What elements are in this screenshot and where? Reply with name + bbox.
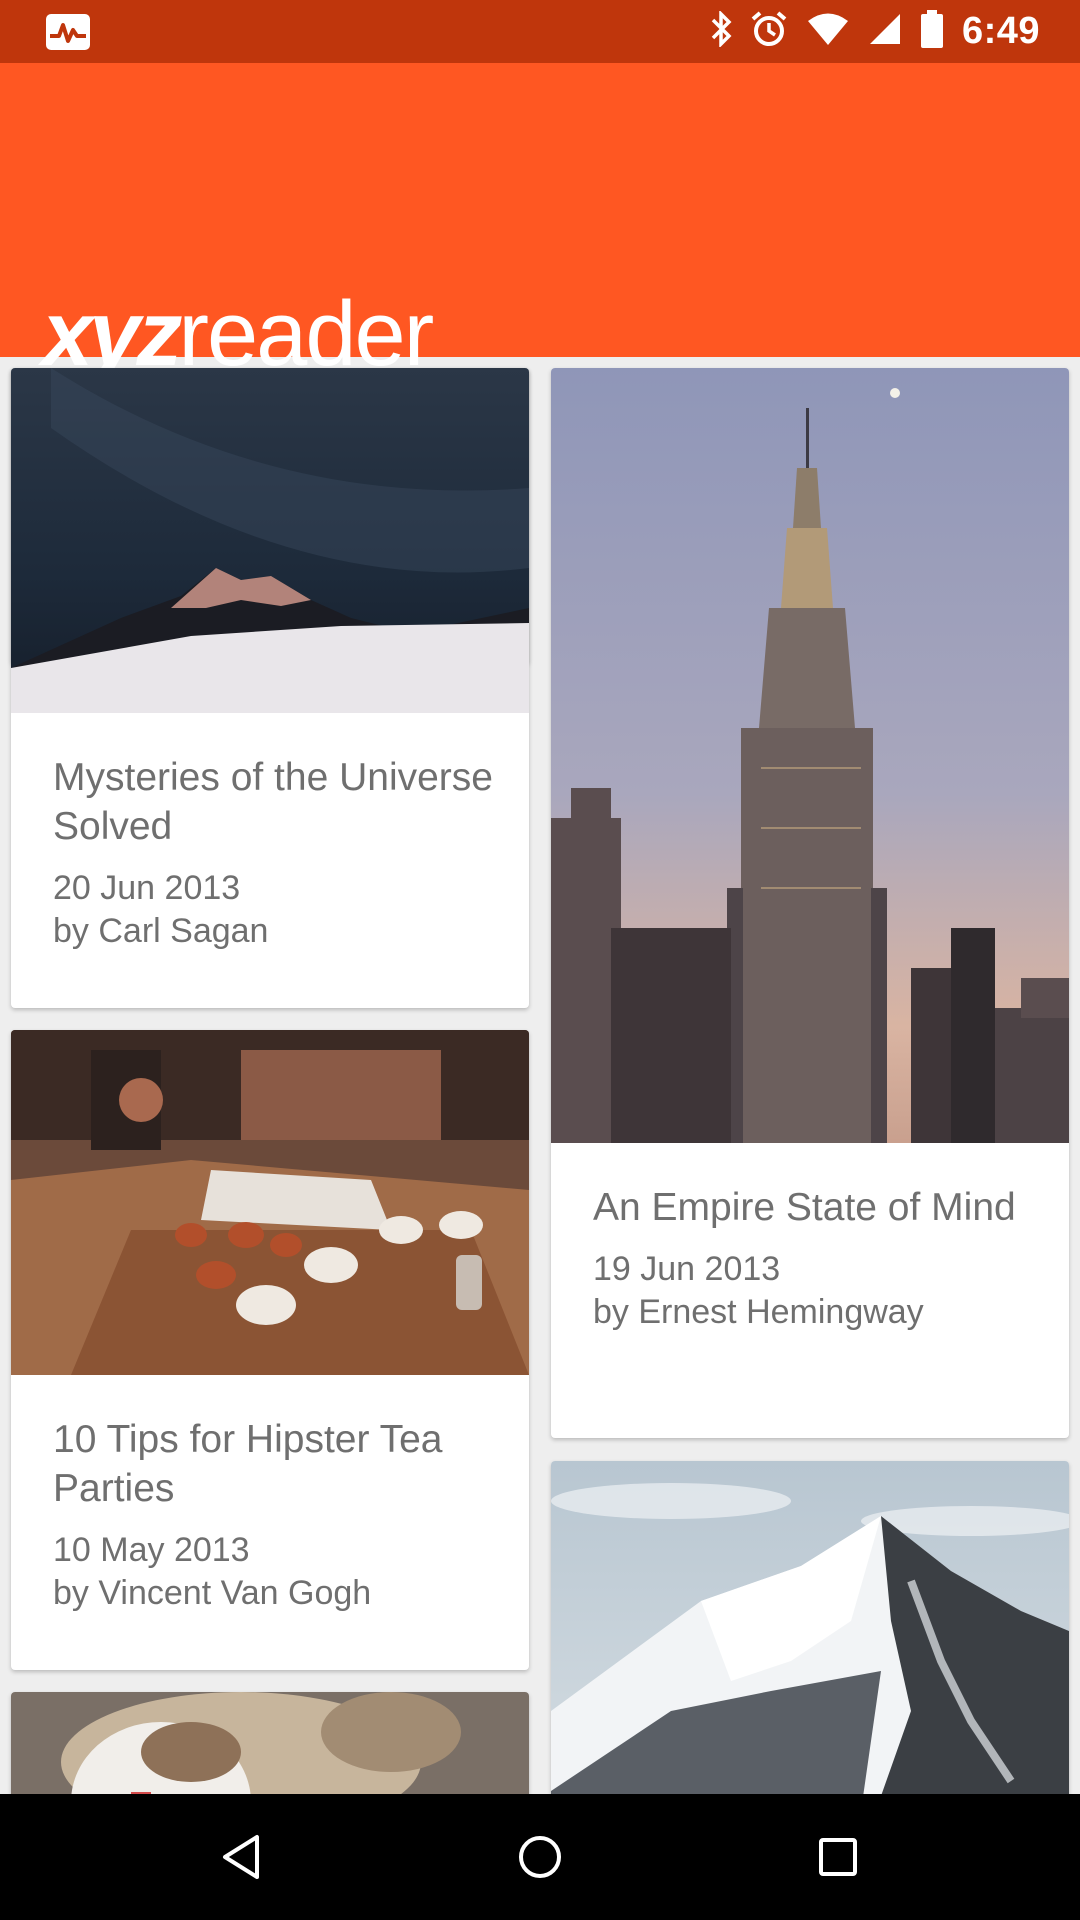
article-date: 19 Jun 2013 (593, 1250, 781, 1288)
status-time: 6:49 (961, 10, 1040, 52)
status-icons: 6:49 (710, 0, 1040, 63)
battery-icon (920, 9, 944, 54)
article-title: An Empire State of Mind (593, 1186, 1016, 1229)
empire-state-building-image (551, 368, 1069, 1143)
article-card[interactable]: An Empire State of Mind 19 Jun 2013 by E… (551, 368, 1069, 1438)
article-title: 10 Tips for Hipster Tea Parties (53, 1418, 443, 1510)
bluetooth-icon (710, 9, 732, 52)
navigation-bar (0, 1794, 1080, 1920)
back-icon[interactable] (208, 1824, 274, 1890)
article-author: by Carl Sagan (53, 912, 269, 950)
article-author: by Vincent Van Gogh (53, 1574, 372, 1612)
article-date: 20 Jun 2013 (53, 869, 241, 907)
article-card[interactable]: 10 Tips for Hipster Tea Parties 10 May 2… (11, 1030, 529, 1670)
article-grid: An Empire State of Mind 19 Jun 2013 by E… (0, 357, 1080, 1794)
snowy-mountain-image (551, 1461, 1069, 1794)
article-card-body: 10 Tips for Hipster Tea Parties 10 May 2… (53, 1415, 499, 1615)
article-title: Mysteries of the Universe Solved (53, 756, 493, 848)
signal-icon (868, 12, 902, 51)
dog-image (11, 1692, 529, 1794)
status-bar: 6:49 (0, 0, 1080, 63)
article-card[interactable] (11, 1692, 529, 1794)
home-icon[interactable] (507, 1824, 573, 1890)
alarm-icon (750, 10, 788, 53)
tea-cups-table-image (11, 1030, 529, 1375)
night-sky-mountain-image (11, 368, 529, 713)
article-card-body: An Empire State of Mind 19 Jun 2013 by E… (593, 1183, 1039, 1334)
recents-icon[interactable] (805, 1824, 871, 1890)
article-author: by Ernest Hemingway (593, 1293, 924, 1331)
article-card[interactable]: Mysteries of the Universe Solved 20 Jun … (11, 368, 529, 1008)
article-card[interactable] (551, 1461, 1069, 1794)
article-card-body: Mysteries of the Universe Solved 20 Jun … (53, 753, 499, 953)
app-bar: xyz reader (0, 63, 1080, 380)
article-date: 10 May 2013 (53, 1531, 250, 1569)
pulse-icon (46, 14, 90, 50)
wifi-icon (806, 12, 850, 51)
